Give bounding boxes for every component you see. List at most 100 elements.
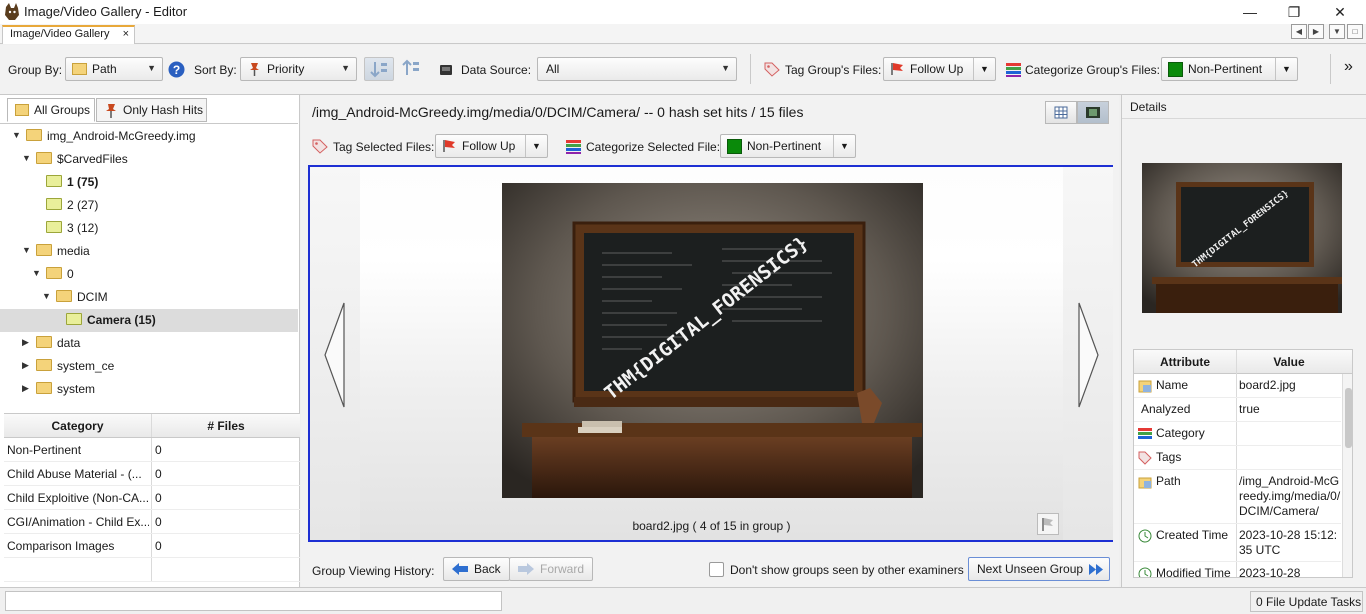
tab-image-video-gallery[interactable]: Image/Video Gallery × bbox=[2, 25, 135, 44]
chevron-down-icon[interactable]: ▼ bbox=[1275, 58, 1297, 80]
attribute-row[interactable]: Category bbox=[1134, 422, 1341, 446]
next-image-button[interactable] bbox=[1063, 167, 1113, 540]
group-folder-icon bbox=[46, 221, 62, 233]
attribute-value: true bbox=[1239, 402, 1260, 416]
attribute-row[interactable]: Path/img_Android-McGreedy.img/media/0/DC… bbox=[1134, 470, 1341, 524]
tab-scroll-right-icon[interactable]: ▶ bbox=[1308, 24, 1324, 39]
sort-ascending-icon bbox=[370, 62, 387, 78]
category-row[interactable]: Comparison Images 0 bbox=[4, 534, 300, 558]
category-row[interactable]: Child Abuse Material - (... 0 bbox=[4, 462, 300, 486]
collapse-icon[interactable]: ▼ bbox=[12, 130, 21, 140]
attribute-row[interactable]: Analyzed true bbox=[1134, 398, 1341, 422]
dont-show-label: Don't show groups seen by other examiner… bbox=[730, 563, 964, 577]
file-update-tasks[interactable]: 0 File Update Tasks bbox=[1250, 591, 1363, 612]
group-by-dropdown[interactable]: Path ▼ bbox=[65, 57, 163, 81]
restore-button[interactable]: ❐ bbox=[1282, 2, 1306, 22]
attribute-table: Attribute Value Name board2.jpg Analyzed tr… bbox=[1133, 349, 1353, 578]
attribute-key: Modified Time bbox=[1156, 566, 1231, 578]
category-table-header: Category # Files bbox=[4, 414, 300, 438]
attribute-row[interactable]: Tags bbox=[1134, 446, 1341, 470]
tree-node[interactable]: ▶ system bbox=[0, 378, 298, 401]
collapse-icon[interactable]: ▼ bbox=[32, 268, 41, 278]
group-tree[interactable]: ▼ img_Android-McGreedy.img ▼ $CarvedFiles 1 … bbox=[0, 123, 298, 413]
sort-descending-button[interactable] bbox=[397, 57, 427, 81]
previous-image-button[interactable] bbox=[310, 167, 360, 540]
tag-group-label: Tag Group's Files: bbox=[785, 63, 882, 77]
tree-node[interactable]: ▼ media bbox=[0, 240, 298, 263]
board-photo-image[interactable]: THM{DIGITAL_FORENSICS} bbox=[502, 183, 923, 498]
tree-node-label: 3 (12) bbox=[67, 221, 99, 235]
collapse-icon[interactable]: ▼ bbox=[42, 291, 51, 301]
category-row bbox=[4, 558, 300, 582]
tree-node[interactable]: ▼ img_Android-McGreedy.img bbox=[0, 125, 298, 148]
value-column-header[interactable]: Value bbox=[1237, 355, 1341, 369]
category-count: 0 bbox=[155, 443, 162, 457]
chevron-down-icon[interactable]: ▼ bbox=[973, 58, 995, 80]
attribute-row[interactable]: Name board2.jpg bbox=[1134, 374, 1341, 398]
sort-ascending-button[interactable] bbox=[364, 57, 394, 81]
tree-node[interactable]: ▼ $CarvedFiles bbox=[0, 148, 298, 171]
tab-scroll-left-icon[interactable]: ◀ bbox=[1291, 24, 1307, 39]
tree-node[interactable]: ▶ system_ce bbox=[0, 355, 298, 378]
name-icon bbox=[1138, 380, 1152, 393]
tree-node[interactable]: Camera (15) bbox=[0, 309, 298, 332]
folder-icon bbox=[26, 129, 42, 141]
back-button[interactable]: Back bbox=[443, 557, 510, 581]
toggle-tag-button[interactable] bbox=[1037, 513, 1059, 535]
minimize-button[interactable]: — bbox=[1238, 2, 1262, 22]
collapse-icon[interactable]: ▼ bbox=[22, 153, 31, 163]
toolbar-overflow-icon[interactable]: » bbox=[1344, 58, 1353, 76]
data-source-dropdown[interactable]: All ▼ bbox=[537, 57, 737, 81]
scrollbar-thumb[interactable] bbox=[1345, 388, 1352, 448]
attribute-key: Category bbox=[1156, 426, 1205, 440]
tag-group-split-button[interactable]: Follow Up ▼ bbox=[883, 57, 996, 81]
tab-list-icon[interactable]: ▼ bbox=[1329, 24, 1345, 39]
tree-node[interactable]: 1 (75) bbox=[0, 171, 298, 194]
grid-icon bbox=[1054, 106, 1068, 119]
pushpin-icon bbox=[250, 63, 259, 76]
categorize-group-split-button[interactable]: Non-Pertinent ▼ bbox=[1161, 57, 1298, 81]
slideshow-view-button[interactable] bbox=[1077, 101, 1109, 124]
expand-icon[interactable]: ▶ bbox=[22, 383, 29, 394]
files-column-header[interactable]: # Files bbox=[152, 419, 300, 433]
next-unseen-group-button[interactable]: Next Unseen Group bbox=[968, 557, 1110, 581]
sort-by-dropdown[interactable]: Priority ▼ bbox=[240, 57, 357, 81]
category-count: 0 bbox=[155, 491, 162, 505]
attribute-column-header[interactable]: Attribute bbox=[1134, 355, 1236, 369]
help-icon[interactable]: ? bbox=[168, 61, 185, 78]
collapse-icon[interactable]: ▼ bbox=[22, 245, 31, 255]
attribute-row[interactable]: Modified Time 2023-10-28 bbox=[1134, 562, 1341, 578]
chevron-down-icon[interactable]: ▼ bbox=[525, 135, 547, 157]
folder-icon bbox=[46, 267, 62, 279]
expand-icon[interactable]: ▶ bbox=[22, 360, 29, 371]
chevron-down-icon[interactable]: ▼ bbox=[833, 135, 855, 157]
category-row[interactable]: CGI/Animation - Child Ex... 0 bbox=[4, 510, 300, 534]
tree-node[interactable]: ▶ data bbox=[0, 332, 298, 355]
maximize-tab-icon[interactable]: □ bbox=[1347, 24, 1363, 39]
category-name: Child Exploitive (Non-CA... bbox=[7, 491, 149, 505]
tile-view-button[interactable] bbox=[1045, 101, 1077, 124]
folder-icon bbox=[72, 63, 87, 75]
expand-icon[interactable]: ▶ bbox=[22, 337, 29, 348]
tree-node[interactable]: ▼ DCIM bbox=[0, 286, 298, 309]
category-row[interactable]: Child Exploitive (Non-CA... 0 bbox=[4, 486, 300, 510]
attribute-scrollbar[interactable] bbox=[1342, 374, 1352, 577]
dont-show-checkbox[interactable] bbox=[709, 562, 724, 577]
tree-node[interactable]: 2 (27) bbox=[0, 194, 298, 217]
categorize-selected-split-button[interactable]: Non-Pertinent ▼ bbox=[720, 134, 856, 158]
close-button[interactable]: ✕ bbox=[1328, 2, 1352, 22]
tab-all-groups[interactable]: All Groups bbox=[7, 98, 95, 122]
tab-close-icon[interactable]: × bbox=[123, 28, 129, 40]
tree-node[interactable]: ▼ 0 bbox=[0, 263, 298, 286]
tag-selected-split-button[interactable]: Follow Up ▼ bbox=[435, 134, 548, 158]
category-column-header[interactable]: Category bbox=[4, 419, 151, 433]
tab-only-hash-hits[interactable]: Only Hash Hits bbox=[96, 98, 207, 122]
path-icon bbox=[1138, 477, 1152, 489]
forward-button[interactable]: Forward bbox=[509, 557, 594, 581]
attribute-row[interactable]: Created Time 2023-10-28 15:12:35 UTC bbox=[1134, 524, 1341, 562]
category-row[interactable]: Non-Pertinent 0 bbox=[4, 438, 300, 462]
image-caption: board2.jpg ( 4 of 15 in group ) bbox=[632, 519, 791, 533]
tree-node[interactable]: 3 (12) bbox=[0, 217, 298, 240]
category-icon bbox=[1138, 428, 1152, 439]
categorize-icon bbox=[1006, 63, 1021, 77]
